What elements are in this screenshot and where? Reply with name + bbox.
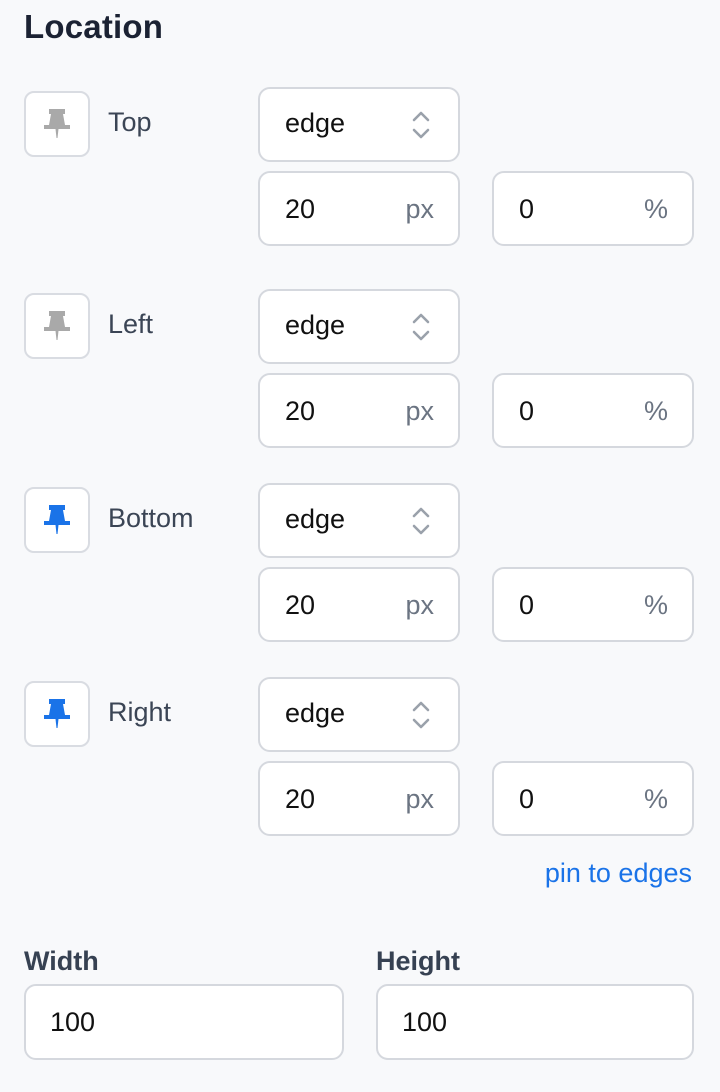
height-value: 100 [402, 1007, 448, 1037]
pin-toggle-left[interactable] [24, 293, 90, 359]
mode-value: edge [285, 698, 346, 728]
percent-unit: % [643, 194, 668, 224]
offset-px-input-left[interactable]: 20 px [258, 373, 460, 448]
px-unit: px [405, 784, 434, 814]
side-row-left: Left edge 20 px 0 % [0, 289, 720, 449]
mode-select-left[interactable]: edge [258, 289, 460, 364]
pushpin-icon [44, 699, 70, 728]
side-row-bottom: Bottom edge 20 px 0 % [0, 483, 720, 643]
px-unit: px [405, 194, 434, 224]
side-row-right: Right edge 20 px 0 % [0, 677, 720, 837]
offset-percent-input-right[interactable]: 0 % [492, 761, 694, 836]
offset-px-value: 20 [285, 590, 316, 620]
mode-select-right[interactable]: edge [258, 677, 460, 752]
offset-percent-input-left[interactable]: 0 % [492, 373, 694, 448]
width-input[interactable]: 100 [24, 984, 344, 1060]
px-unit: px [405, 590, 434, 620]
width-value: 100 [50, 1007, 96, 1037]
offset-px-value: 20 [285, 784, 316, 814]
percent-unit: % [643, 590, 668, 620]
pushpin-icon [44, 505, 70, 534]
height-input[interactable]: 100 [376, 984, 694, 1060]
offset-px-value: 20 [285, 396, 316, 426]
percent-unit: % [643, 396, 668, 426]
offset-px-value: 20 [285, 194, 316, 224]
offset-percent-value: 0 [519, 784, 535, 814]
mode-select-top[interactable]: edge [258, 87, 460, 162]
mode-select-bottom[interactable]: edge [258, 483, 460, 558]
offset-px-input-bottom[interactable]: 20 px [258, 567, 460, 642]
side-label: Bottom [108, 503, 194, 533]
section-title: Location [24, 8, 164, 45]
side-label: Top [108, 107, 152, 137]
pin-toggle-bottom[interactable] [24, 487, 90, 553]
chevron-up-down-icon [412, 313, 430, 341]
pin-toggle-right[interactable] [24, 681, 90, 747]
percent-unit: % [643, 784, 668, 814]
pin-toggle-top[interactable] [24, 91, 90, 157]
offset-percent-input-bottom[interactable]: 0 % [492, 567, 694, 642]
mode-value: edge [285, 310, 346, 340]
chevron-up-down-icon [412, 111, 430, 139]
width-label: Width [24, 946, 99, 976]
px-unit: px [405, 396, 434, 426]
chevron-up-down-icon [412, 507, 430, 535]
offset-px-input-right[interactable]: 20 px [258, 761, 460, 836]
pushpin-icon [44, 109, 70, 138]
side-label: Right [108, 697, 172, 727]
offset-percent-value: 0 [519, 396, 535, 426]
offset-px-input-top[interactable]: 20 px [258, 171, 460, 246]
pin-to-edges-link[interactable]: pin to edges [545, 858, 692, 889]
offset-percent-input-top[interactable]: 0 % [492, 171, 694, 246]
side-row-top: Top edge 20 px 0 % [0, 87, 720, 247]
pushpin-icon [44, 311, 70, 340]
mode-value: edge [285, 504, 346, 534]
chevron-up-down-icon [412, 701, 430, 729]
mode-value: edge [285, 108, 346, 138]
height-label: Height [376, 946, 460, 976]
offset-percent-value: 0 [519, 194, 535, 224]
side-label: Left [108, 309, 154, 339]
offset-percent-value: 0 [519, 590, 535, 620]
